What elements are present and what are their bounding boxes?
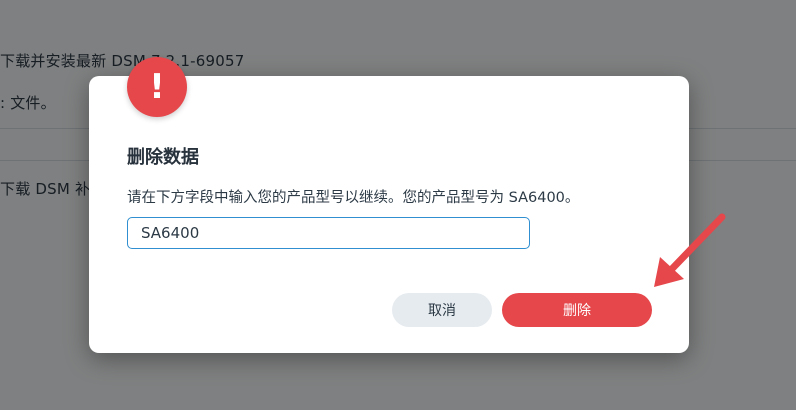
cancel-button[interactable]: 取消 [392,293,492,327]
alert-exclamation-icon: ! [127,57,187,117]
dialog-title: 删除数据 [127,147,199,168]
delete-button[interactable]: 删除 [502,293,652,327]
model-number-input[interactable] [127,217,530,249]
dialog-description: 请在下方字段中输入您的产品型号以继续。您的产品型号为 SA6400。 [127,190,580,206]
exclamation-glyph: ! [149,67,165,107]
red-pointer-arrow-icon [654,213,726,287]
